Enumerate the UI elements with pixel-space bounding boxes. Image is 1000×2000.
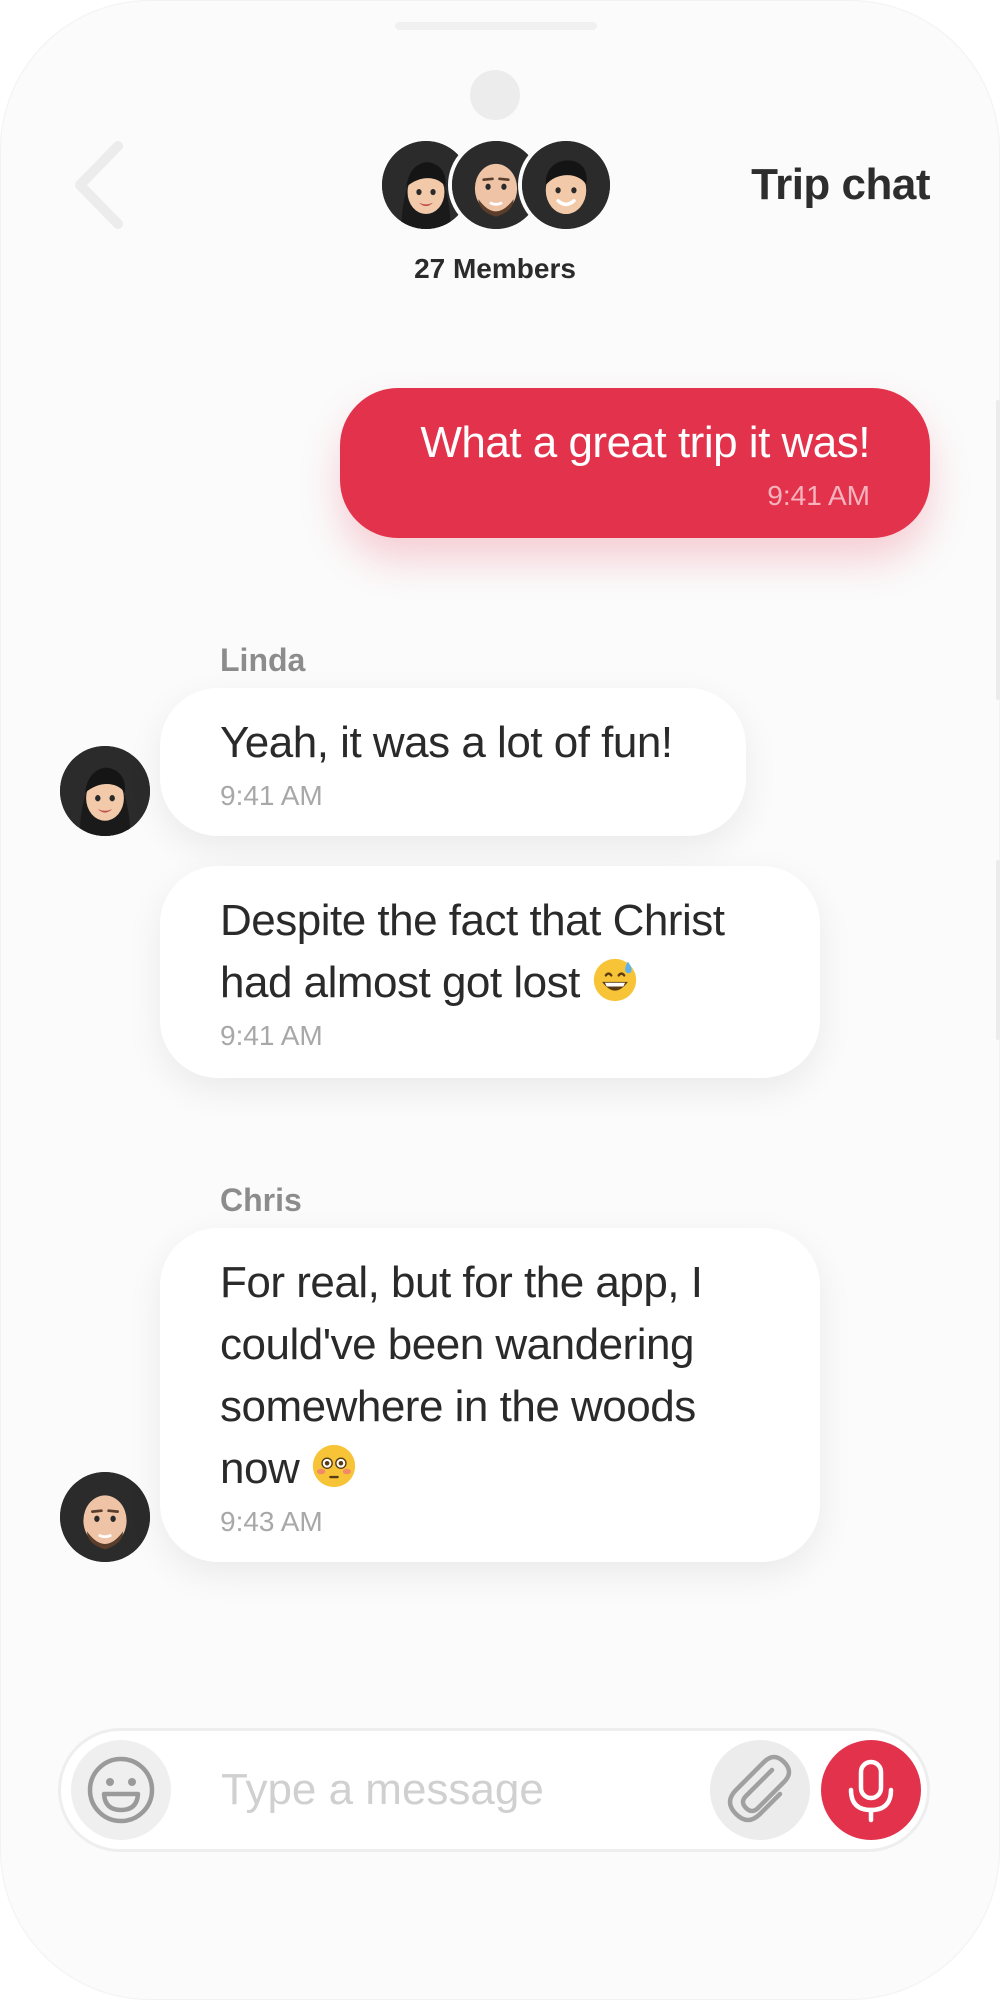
front-camera — [470, 70, 520, 120]
paperclip-icon — [727, 1754, 792, 1823]
emoji-button[interactable] — [71, 1740, 171, 1840]
microphone-icon — [848, 1759, 894, 1823]
message-composer — [58, 1728, 930, 1852]
message-text-line: somewhere in the woods — [220, 1382, 696, 1431]
sender-name: Linda — [220, 642, 306, 678]
message-text: What a great trip it was! — [420, 418, 870, 467]
top-indicator-bar — [395, 22, 597, 30]
message-text-segment: had almost got lost — [220, 958, 580, 1007]
phone-frame: 27 Members Trip chat What a great trip i… — [0, 0, 1000, 2000]
message-text-segment: now — [220, 1444, 300, 1493]
message-bubble-outgoing[interactable]: What a great trip it was! 9:41 AM — [340, 388, 930, 538]
message-time: 9:43 AM — [220, 1506, 323, 1537]
message-text-line: had almost got lost — [220, 952, 762, 1014]
grinning-sweat-emoji — [592, 957, 638, 1003]
side-button — [996, 400, 1000, 700]
message-bubble-incoming[interactable]: Despite the fact that Christ had almost … — [160, 866, 820, 1078]
member-avatar — [518, 137, 614, 233]
sender-name: Chris — [220, 1182, 302, 1218]
message-text-line: could've been wandering — [220, 1320, 694, 1369]
attach-button[interactable] — [710, 1740, 810, 1840]
flushed-face-emoji — [311, 1443, 357, 1489]
message-text: Yeah, it was a lot of fun! — [220, 718, 673, 767]
message-text-line: now — [220, 1438, 762, 1500]
members-count[interactable]: 27 Members — [0, 253, 990, 285]
message-input[interactable] — [221, 1753, 741, 1827]
side-button — [996, 860, 1000, 1040]
voice-record-button[interactable] — [821, 1740, 921, 1840]
member-avatars[interactable] — [378, 137, 614, 233]
message-time: 9:41 AM — [767, 480, 870, 511]
page: 27 Members Trip chat What a great trip i… — [0, 0, 1000, 2000]
message-bubble-incoming[interactable]: Yeah, it was a lot of fun! 9:41 AM — [160, 688, 746, 836]
message-text-line: For real, but for the app, I — [220, 1258, 703, 1307]
chris-avatar[interactable] — [60, 1472, 150, 1562]
back-button[interactable] — [70, 140, 130, 230]
linda-avatar[interactable] — [60, 746, 150, 836]
message-time: 9:41 AM — [220, 1020, 323, 1051]
message-bubble-incoming[interactable]: For real, but for the app, I could've be… — [160, 1228, 820, 1562]
message-time: 9:41 AM — [220, 780, 323, 811]
chevron-left-icon — [75, 141, 123, 229]
smiley-icon — [87, 1756, 155, 1824]
chat-title: Trip chat — [751, 160, 930, 209]
message-text-line: Despite the fact that Christ — [220, 896, 725, 945]
